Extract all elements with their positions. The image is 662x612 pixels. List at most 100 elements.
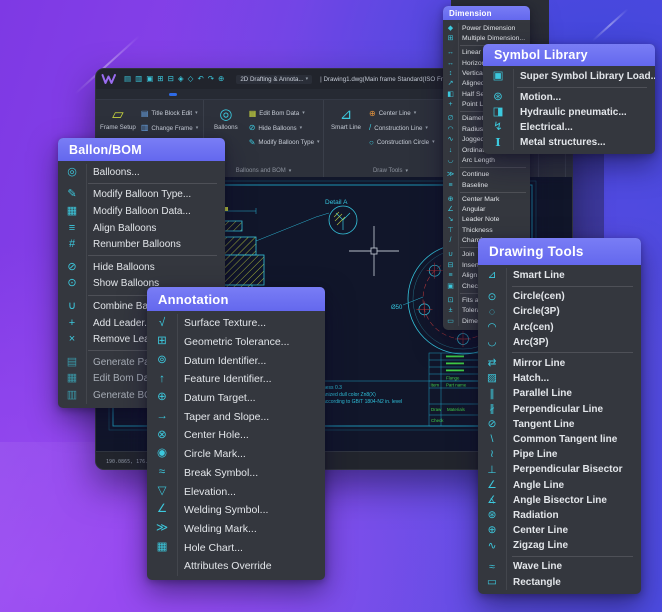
menu-item[interactable]: ▦Modify Balloon Data... [58, 203, 225, 220]
menu-item[interactable]: ◎Balloons... [58, 164, 225, 181]
check-dimension-icon: ▣ [443, 283, 458, 290]
ribbon-button-label: Modify Balloon Type [258, 139, 314, 146]
ribbon-group-draw-tools: ⊿Smart Line ⊕Center Line▾ /Construction Li… [324, 100, 458, 177]
new-file-icon[interactable]: ▤ [124, 75, 131, 83]
menu-item[interactable]: ✎Modify Balloon Type... [58, 187, 225, 204]
menu-item[interactable]: #Renumber Balloons [58, 236, 225, 253]
ribbon-tab[interactable] [169, 93, 177, 96]
hatch-icon: ▨ [478, 373, 506, 384]
undo-icon[interactable]: ↶ [197, 75, 203, 83]
menu-item[interactable]: ◆Power Dimension [443, 23, 530, 33]
title-block-edit-icon: ▤ [141, 110, 149, 118]
ribbon-button-construction-line[interactable]: /Construction Line▾ [369, 123, 435, 134]
ribbon-button-construction-circle[interactable]: ○Construction Circle▾ [369, 137, 435, 148]
menu-item[interactable]: ⊞Multiple Dimension... [443, 33, 530, 43]
multiple-dimension-icon: ⊞ [443, 35, 458, 42]
menu-item[interactable]: ⊿Smart Line [478, 268, 641, 283]
menu-item[interactable]: ↘Leader Note [443, 215, 530, 225]
angle-bisector-line-icon: ∡ [478, 495, 506, 506]
open-file-icon[interactable]: ▥ [135, 75, 142, 83]
menu-item[interactable]: ⊞Geometric Tolerance... [147, 333, 325, 352]
menu-item[interactable]: ∿Zigzag Line [478, 538, 641, 553]
center-mark-icon: ⊕ [443, 196, 458, 203]
menu-item[interactable]: ∠Angular [443, 204, 530, 214]
circle-3p-icon: ◌ [478, 307, 506, 318]
menu-item[interactable]: ⊚Datum Identifier... [147, 351, 325, 370]
menu-item[interactable]: ∡Angle Bisector Line [478, 493, 641, 508]
fits-and-tolerance-icon: ⊡ [443, 297, 458, 304]
online-icon[interactable]: ⊕ [218, 75, 224, 83]
menu-item[interactable]: ◡Arc(3P) [478, 335, 641, 350]
menu-item[interactable]: ⊕Center Line [478, 523, 641, 538]
menu-item[interactable]: ▦Hole Chart... [147, 538, 325, 557]
menu-item[interactable]: ⊛Radiation [478, 508, 641, 523]
redo-icon[interactable]: ↷ [208, 75, 214, 83]
chevron-down-icon: ▾ [196, 126, 199, 131]
arc-cen-icon: ◠ [478, 322, 506, 333]
table-cell: Item [431, 383, 440, 388]
menu-item[interactable]: ◌Circle(3P) [478, 304, 641, 319]
menu-item[interactable]: \Common Tangent line [478, 432, 641, 447]
menu-item[interactable]: ≀Pipe Line [478, 447, 641, 462]
menu-item[interactable]: ↯Electrical... [483, 120, 655, 135]
parallel-line-icon: ∥ [478, 389, 506, 400]
quick-access-toolbar: ▤ ▥ ▣ ⊞ ⊟ ◈ ◇↶ ↷ ⊕ [124, 75, 224, 83]
ribbon-button-hide-balloons[interactable]: ⊘Hide Balloons▾ [249, 123, 319, 134]
menu-item[interactable]: ≈Wave Line [478, 559, 641, 574]
menu-item[interactable]: ▨Hatch... [478, 371, 641, 386]
menu-item[interactable]: ≈Break Symbol... [147, 464, 325, 483]
menu-item[interactable]: ◠Arc(cen) [478, 320, 641, 335]
menu-item[interactable]: ◉Circle Mark... [147, 445, 325, 464]
menu-item[interactable]: IMetal structures... [483, 135, 655, 150]
menu-item[interactable]: ∠Angle Line [478, 477, 641, 492]
menu-item[interactable]: ▭Rectangle [478, 575, 641, 590]
menu-item[interactable]: ∥Parallel Line [478, 386, 641, 401]
plot-preview-icon[interactable]: ◈ [178, 75, 184, 83]
ribbon-button-edit-bom-data[interactable]: ▦Edit Bom Data▾ [249, 108, 319, 119]
menu-item[interactable]: √Surface Texture... [147, 314, 325, 333]
menu-item[interactable]: ≫Welding Mark... [147, 520, 325, 539]
remove-leader-icon: × [58, 334, 86, 345]
menu-item[interactable]: ⊕Center Mark [443, 194, 530, 204]
menu-item[interactable]: ▣Super Symbol Library Load... [483, 69, 655, 84]
thickness-icon: ⊤ [443, 227, 458, 234]
menu-item[interactable]: ≡Baseline [443, 180, 530, 190]
ribbon-button-smart-line[interactable]: ⊿Smart Line [328, 103, 364, 165]
menu-item[interactable]: ⊗Center Hole... [147, 426, 325, 445]
menu-item[interactable]: Attributes Override [147, 557, 325, 576]
menu-item[interactable]: ⊤Thickness [443, 225, 530, 235]
menu-item[interactable]: ⇄Mirror Line [478, 356, 641, 371]
menu-item[interactable]: ≡Align Balloons [58, 220, 225, 237]
print-icon[interactable]: ⊟ [168, 75, 174, 83]
menu-item[interactable]: ↑Feature Identifier... [147, 370, 325, 389]
menu-item[interactable]: ∠Welding Symbol... [147, 501, 325, 520]
menu-item[interactable]: →Taper and Slope... [147, 407, 325, 426]
table-cell: Materials [447, 407, 466, 412]
panel-title: Ballon/BOM [58, 138, 225, 161]
taper-and-slope-icon: → [147, 411, 177, 423]
menu-item[interactable]: ▽Elevation... [147, 482, 325, 501]
save-as-icon[interactable]: ⊞ [157, 75, 163, 83]
combine-balloons-icon: ∪ [58, 301, 86, 312]
save-icon[interactable]: ▣ [146, 75, 153, 83]
ribbon-button-title-block-edit[interactable]: ▤Title Block Edit▾ [141, 108, 199, 119]
linear-dimension-icon: ↔ [443, 49, 458, 56]
menu-item[interactable]: ⊘Tangent Line [478, 417, 641, 432]
menu-item[interactable]: ⊕Datum Target... [147, 389, 325, 408]
3d-view-icon[interactable]: ◇ [188, 75, 194, 83]
menu-item[interactable]: ⊘Hide Balloons [58, 259, 225, 276]
menu-item[interactable]: ◨Hydraulic pneumatic... [483, 105, 655, 120]
workspace-dropdown[interactable]: 2D Drafting & Annota... ▾ [236, 75, 312, 84]
menu-item[interactable]: ◡Arc Length [443, 155, 530, 165]
ribbon-button-center-line[interactable]: ⊕Center Line▾ [369, 108, 435, 119]
ribbon-button-change-frame[interactable]: ▥Change Frame▾ [141, 123, 199, 134]
menu-item[interactable]: ≫Continue [443, 169, 530, 179]
ribbon-button-modify-balloon-type[interactable]: ✎Modify Balloon Type▾ [249, 137, 319, 148]
menu-item[interactable]: ⊛Motion... [483, 90, 655, 105]
menu-item[interactable]: ∦Perpendicular Line [478, 402, 641, 417]
construction-circle-icon: ○ [369, 139, 374, 147]
menu-item[interactable]: ⊥Perpendicular Bisector [478, 462, 641, 477]
chamfer-dimension-icon: / [443, 237, 458, 244]
menu-item[interactable]: ⊙Circle(cen) [478, 289, 641, 304]
panel-annotation: Annotation √Surface Texture...⊞Geometric… [147, 287, 325, 580]
